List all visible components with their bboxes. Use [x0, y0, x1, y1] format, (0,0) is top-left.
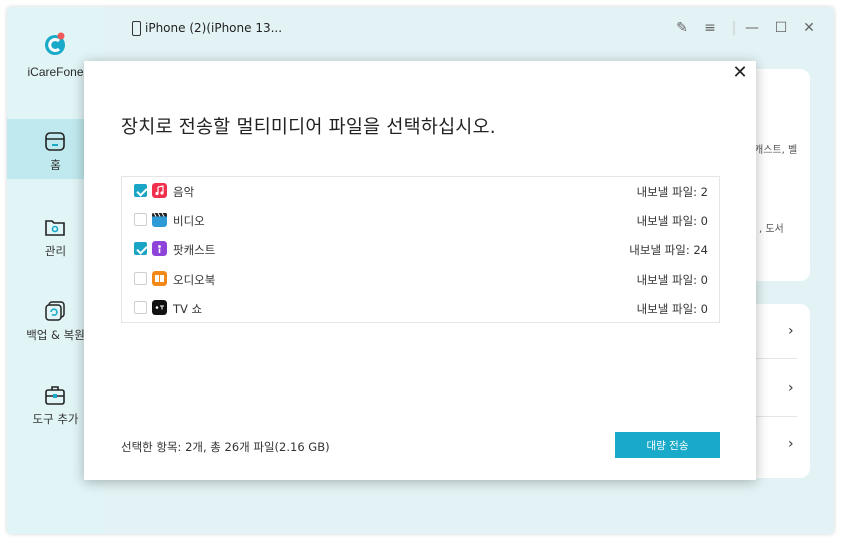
row-label: 팟캐스트	[173, 243, 216, 257]
close-icon[interactable]: ✕	[730, 63, 750, 83]
bulk-transfer-button[interactable]: 대량 전송	[615, 432, 720, 458]
checkbox[interactable]	[134, 184, 147, 197]
phone-icon	[132, 21, 141, 36]
row-label: 음악	[173, 185, 195, 199]
list-item-podcast[interactable]: 팟캐스트 내보낼 파일: 24	[122, 235, 719, 264]
list-item-music[interactable]: 음악 내보낼 파일: 2	[122, 177, 719, 206]
row-count: 내보낼 파일: 0	[636, 273, 708, 287]
menu-icon[interactable]: ≡	[702, 20, 718, 36]
icarefone-logo-icon	[45, 32, 65, 55]
checkbox[interactable]	[134, 213, 147, 226]
close-window-icon[interactable]: ✕	[801, 20, 817, 36]
checkbox[interactable]	[134, 272, 147, 285]
checkbox[interactable]	[134, 242, 147, 255]
checkbox[interactable]	[134, 301, 147, 314]
list-item-tv[interactable]: TV 쇼 내보낼 파일: 0	[122, 294, 719, 323]
media-type-list: 음악 내보낼 파일: 2 비디오 내보낼 파일: 0 팟캐스트 내보낼 파일: …	[121, 176, 720, 323]
row-count: 내보낼 파일: 0	[636, 214, 708, 228]
top-bar: iPhone (2)(iPhone 13... ✎ ≡ | — ☐ ✕	[104, 7, 834, 51]
audiobook-icon	[152, 271, 167, 286]
backup-restore-icon	[45, 301, 65, 321]
row-count: 내보낼 파일: 0	[636, 302, 708, 316]
transfer-dialog: ✕ 장치로 전송할 멀티미디어 파일을 선택하십시오. 음악 내보낼 파일: 2…	[84, 61, 756, 480]
music-icon	[152, 183, 167, 198]
list-item-audiobook[interactable]: 오디오북 내보낼 파일: 0	[122, 265, 719, 294]
list-item-video[interactable]: 비디오 내보낼 파일: 0	[122, 206, 719, 235]
podcast-icon	[152, 241, 167, 256]
toolbox-icon	[45, 386, 65, 405]
row-label: 비디오	[173, 214, 205, 228]
dialog-title: 장치로 전송할 멀티미디어 파일을 선택하십시오.	[121, 117, 496, 138]
background-snippet: , 도서	[759, 224, 784, 235]
minimize-icon[interactable]: —	[744, 20, 760, 36]
chevron-right-icon[interactable]: ›	[788, 436, 794, 452]
edit-icon[interactable]: ✎	[674, 20, 690, 36]
home-icon	[45, 132, 65, 151]
row-label: 오디오북	[173, 273, 216, 287]
video-icon	[152, 212, 167, 227]
tv-icon	[152, 300, 167, 315]
row-count: 내보낼 파일: 2	[636, 185, 708, 199]
chevron-right-icon[interactable]: ›	[788, 380, 794, 396]
row-count: 내보낼 파일: 24	[629, 243, 708, 257]
selection-summary: 선택한 항목: 2개, 총 26개 파일(2.16 GB)	[121, 440, 330, 454]
background-snippet: 캐스트, 벨	[754, 145, 798, 156]
maximize-icon[interactable]: ☐	[773, 20, 789, 36]
row-label: TV 쇼	[173, 302, 203, 316]
separator: |	[731, 20, 737, 36]
chevron-right-icon[interactable]: ›	[788, 323, 794, 339]
folder-icon	[45, 220, 65, 236]
device-name[interactable]: iPhone (2)(iPhone 13...	[145, 21, 282, 35]
